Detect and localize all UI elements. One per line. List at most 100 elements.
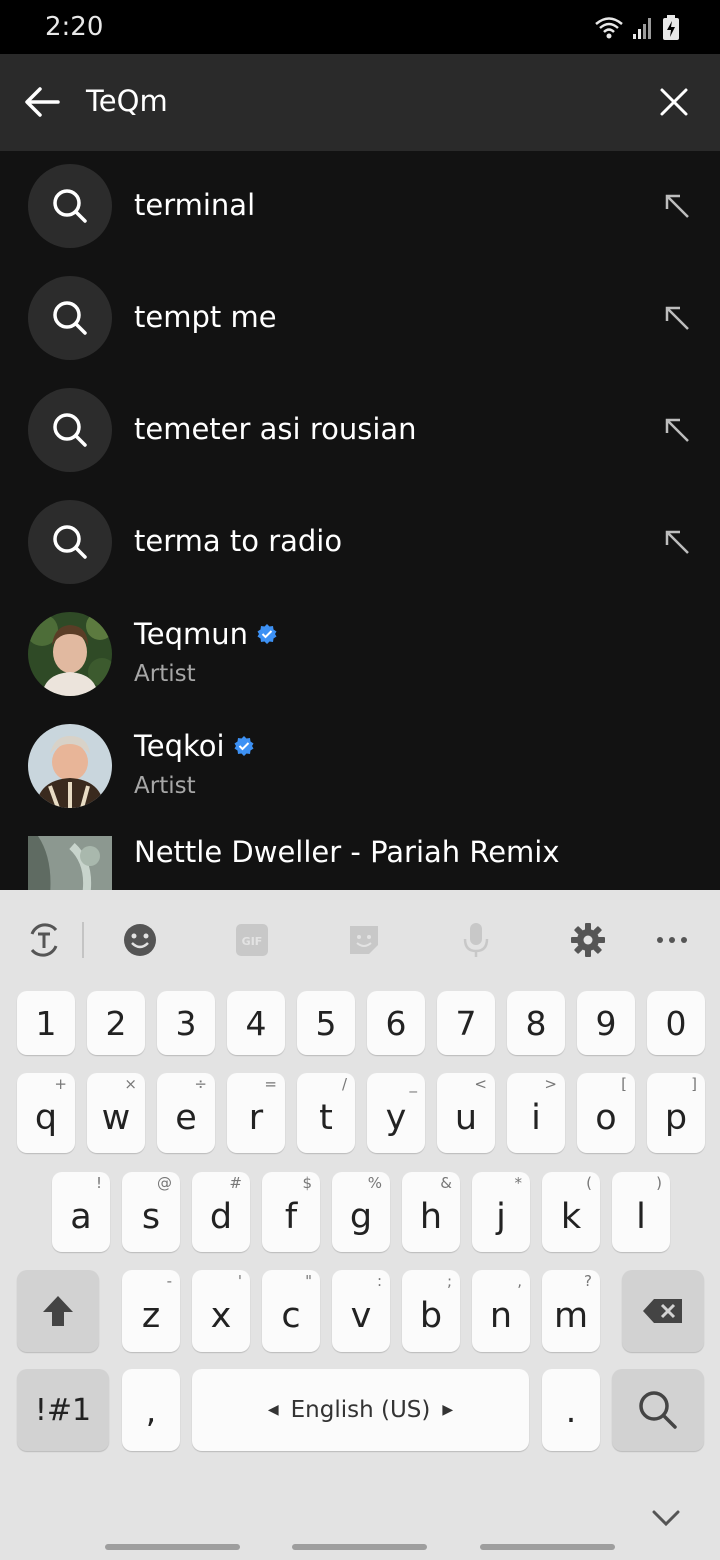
close-icon[interactable] — [654, 82, 694, 122]
emoji-icon[interactable] — [120, 920, 160, 960]
key-j[interactable]: * j — [472, 1172, 530, 1252]
key-i[interactable]: > i — [507, 1073, 565, 1153]
key-2[interactable]: 2 — [87, 991, 145, 1055]
key-t[interactable]: / t — [297, 1073, 355, 1153]
suggestion-item[interactable]: terminal — [0, 151, 720, 263]
shift-icon — [43, 1296, 73, 1326]
key-g[interactable]: % g — [332, 1172, 390, 1252]
key-7[interactable]: 7 — [437, 991, 495, 1055]
key-hint: × — [124, 1075, 137, 1093]
key-k[interactable]: (k — [542, 1172, 600, 1252]
key-hint: # — [229, 1174, 242, 1192]
key-hint: [ — [621, 1075, 627, 1093]
key-u[interactable]: < u — [437, 1073, 495, 1153]
key-f[interactable]: $ f — [262, 1172, 320, 1252]
key-y[interactable]: _ y — [367, 1073, 425, 1153]
fill-query-arrow-icon[interactable] — [664, 305, 690, 331]
key-label: t — [319, 1098, 333, 1138]
nav-pill — [292, 1544, 427, 1550]
key-n[interactable]: ,n — [472, 1270, 530, 1352]
key-v[interactable]: :v — [332, 1270, 390, 1352]
space-key[interactable]: ◀ English (US) ▶ — [192, 1369, 529, 1451]
key-z[interactable]: -z — [122, 1270, 180, 1352]
artist-name: Teqmun — [134, 617, 278, 651]
key-label: g — [349, 1197, 373, 1237]
fill-query-arrow-icon[interactable] — [664, 417, 690, 443]
key-o[interactable]: [o — [577, 1073, 635, 1153]
key-s[interactable]: @ s — [122, 1172, 180, 1252]
symbols-key[interactable]: !#1 — [17, 1369, 109, 1451]
key-hint: _ — [409, 1075, 418, 1093]
verified-badge-icon — [234, 736, 254, 756]
key-4[interactable]: 4 — [227, 991, 285, 1055]
key-r[interactable]: = r — [227, 1073, 285, 1153]
shift-key[interactable] — [17, 1270, 99, 1352]
key-label: 9 — [595, 1003, 617, 1043]
suggestion-item[interactable]: terma to radio — [0, 487, 720, 599]
track-thumbnail — [28, 836, 112, 890]
nav-pill — [105, 1544, 240, 1550]
key-label: z — [141, 1296, 161, 1336]
key-label: , — [145, 1390, 157, 1430]
artist-name-text: Teqkoi — [134, 729, 225, 763]
backspace-key[interactable] — [622, 1270, 704, 1352]
key-1[interactable]: 1 — [17, 991, 75, 1055]
more-options-icon[interactable] — [652, 920, 692, 960]
key-label: . — [565, 1390, 577, 1430]
key-m[interactable]: ? m — [542, 1270, 600, 1352]
key-5[interactable]: 5 — [297, 991, 355, 1055]
key-b[interactable]: ; b — [402, 1270, 460, 1352]
status-time: 2:20 — [45, 12, 104, 42]
settings-gear-icon[interactable] — [568, 920, 608, 960]
key-w[interactable]: × w — [87, 1073, 145, 1153]
back-arrow-icon[interactable] — [20, 80, 64, 124]
key-x[interactable]: ' x — [192, 1270, 250, 1352]
key-q[interactable]: + q — [17, 1073, 75, 1153]
search-input[interactable]: TeQm — [86, 84, 168, 118]
period-key[interactable]: . — [542, 1369, 600, 1451]
suggestion-item[interactable]: tempt me — [0, 263, 720, 375]
key-a[interactable]: ! a — [52, 1172, 110, 1252]
artist-result[interactable]: Teqmun Artist — [0, 599, 720, 711]
microphone-icon[interactable] — [456, 920, 496, 960]
gif-icon[interactable]: GIF — [232, 920, 272, 960]
status-bar: 2:20 — [0, 0, 720, 54]
key-hint: @ — [157, 1174, 172, 1192]
key-d[interactable]: # d — [192, 1172, 250, 1252]
key-0[interactable]: 0 — [647, 991, 705, 1055]
key-hint: ( — [586, 1174, 592, 1192]
artist-type: Artist — [134, 661, 196, 687]
key-label: q — [34, 1098, 58, 1138]
translate-icon[interactable] — [24, 920, 64, 960]
key-9[interactable]: 9 — [577, 991, 635, 1055]
fill-query-arrow-icon[interactable] — [664, 193, 690, 219]
search-header: TeQm — [0, 54, 720, 151]
comma-key[interactable]: , — [122, 1369, 180, 1451]
verified-badge-icon — [257, 624, 277, 644]
key-label: 0 — [665, 1003, 687, 1043]
track-result[interactable]: Nettle Dweller - Pariah Remix — [0, 823, 720, 890]
key-p[interactable]: ] p — [647, 1073, 705, 1153]
fill-query-arrow-icon[interactable] — [664, 529, 690, 555]
battery-charging-icon — [663, 15, 679, 40]
search-key[interactable] — [612, 1369, 704, 1451]
key-h[interactable]: & h — [402, 1172, 460, 1252]
key-label: y — [385, 1098, 407, 1138]
key-c[interactable]: " c — [262, 1270, 320, 1352]
key-8[interactable]: 8 — [507, 991, 565, 1055]
key-3[interactable]: 3 — [157, 991, 215, 1055]
suggestion-item[interactable]: temeter asi rousian — [0, 375, 720, 487]
key-hint: $ — [302, 1174, 312, 1192]
artist-result[interactable]: Teqkoi Artist — [0, 711, 720, 823]
key-hint: ÷ — [194, 1075, 207, 1093]
sticker-icon[interactable] — [344, 920, 384, 960]
hide-keyboard-chevron-icon[interactable] — [648, 1500, 684, 1536]
key-6[interactable]: 6 — [367, 991, 425, 1055]
key-e[interactable]: ÷ e — [157, 1073, 215, 1153]
key-hint: = — [264, 1075, 277, 1093]
key-label: o — [595, 1098, 617, 1138]
key-l[interactable]: ) l — [612, 1172, 670, 1252]
key-hint: + — [54, 1075, 67, 1093]
key-label: i — [531, 1098, 541, 1138]
suggestion-label: terma to radio — [134, 524, 343, 558]
